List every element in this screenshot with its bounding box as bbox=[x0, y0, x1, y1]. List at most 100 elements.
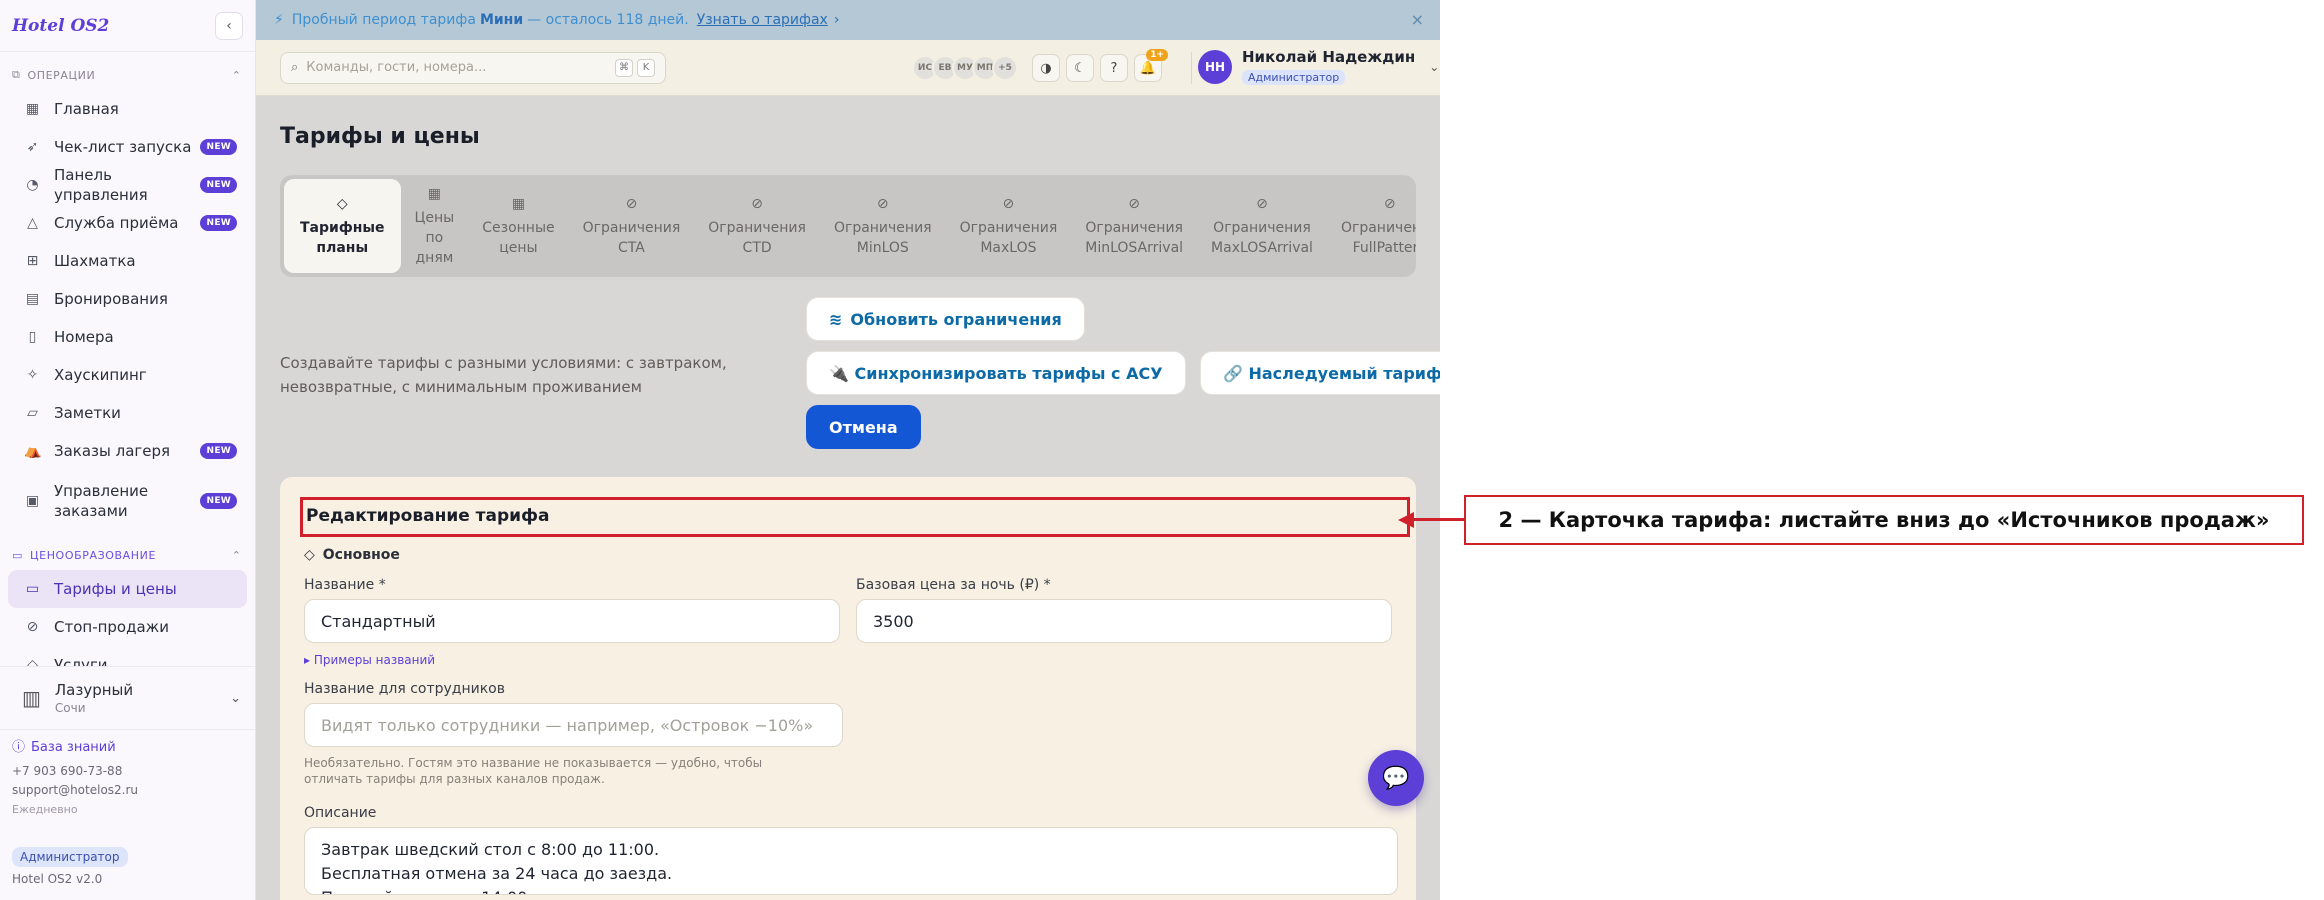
tab-restrictions-minlosarrival[interactable]: ⊘ Ограничения MinLOSArrival bbox=[1071, 179, 1197, 273]
tab-label: Ограничения CTD bbox=[708, 220, 806, 256]
sidebar-item-launch-checklist[interactable]: ➶ Чек-лист запуска NEW bbox=[8, 128, 247, 166]
annotation-highlight bbox=[300, 497, 1410, 537]
button-label: 🔗 Наследуемый тариф bbox=[1223, 363, 1440, 383]
search-box[interactable]: ⌕ ⌘ K bbox=[280, 51, 666, 84]
tab-restrictions-minlos[interactable]: ⊘ Ограничения MinLOS bbox=[820, 179, 946, 273]
tab-restrictions-fullpattern[interactable]: ⊘ Ограничения FullPattern bbox=[1327, 179, 1416, 273]
shortcut-key-cmd: ⌘ bbox=[615, 58, 633, 77]
note-icon: ▱ bbox=[27, 405, 38, 421]
sidebar-item-home[interactable]: ▦ Главная bbox=[8, 90, 247, 128]
hotel-name: Лазурный bbox=[54, 681, 134, 699]
inherited-rate-button[interactable]: 🔗 Наследуемый тариф bbox=[1200, 351, 1440, 395]
sidebar-item-label: Панель управления bbox=[54, 166, 148, 204]
app-logo[interactable]: Hotel OS2 bbox=[12, 16, 109, 36]
ban-icon: ⊘ bbox=[1002, 196, 1015, 212]
description-label: Описание bbox=[304, 805, 377, 821]
main-area: ⚡ Пробный период тарифа Мини — осталось … bbox=[256, 0, 1440, 900]
section-pricing-header[interactable]: ▭ Ценообразование ⌃ bbox=[0, 540, 255, 570]
avatar: НН bbox=[1198, 49, 1232, 84]
tag-icon: ◇ bbox=[336, 196, 348, 212]
sync-rates-button[interactable]: 🔌 Синхронизировать тарифы с АСУ bbox=[806, 351, 1186, 395]
chevron-up-icon: ⌃ bbox=[231, 68, 241, 82]
dark-mode-button[interactable]: ☾ bbox=[1066, 54, 1094, 82]
sidebar-item-rates[interactable]: ▭ Тарифы и цены bbox=[8, 570, 247, 608]
trial-plan: Мини bbox=[479, 12, 524, 28]
rate-name-input[interactable] bbox=[304, 599, 840, 643]
name-field-group: Название * ▸ Примеры названий bbox=[304, 577, 840, 667]
sidebar-item-bookings[interactable]: ▤ Бронирования bbox=[8, 280, 247, 318]
sidebar-item-rooms[interactable]: ▯ Номера bbox=[8, 318, 247, 356]
cancel-button[interactable]: Отмена bbox=[806, 405, 921, 449]
base-price-input[interactable] bbox=[856, 599, 1392, 643]
button-label: 🔌 Синхронизировать тарифы с АСУ bbox=[829, 363, 1163, 383]
sidebar-item-notes[interactable]: ▱ Заметки bbox=[8, 394, 247, 432]
top-bar: ⌕ ⌘ K ИС ЕВ МУ МП +5 ◑ ☾ ? 🔔1+ НН Никола… bbox=[256, 40, 1440, 96]
support-phone[interactable]: +7 903 690-73-88 bbox=[12, 762, 243, 781]
tag-icon: ◇ bbox=[304, 547, 315, 563]
online-users[interactable]: ИС ЕВ МУ МП +5 bbox=[912, 55, 1018, 81]
help-circle-icon: ? bbox=[1110, 60, 1118, 76]
hotel-selector[interactable]: ▥ Лазурный Сочи ⌄ bbox=[0, 666, 255, 730]
tab-restrictions-maxlos[interactable]: ⊘ Ограничения MaxLOS bbox=[946, 179, 1072, 273]
sidebar-item-camp-orders[interactable]: ⛺ Заказы лагеря NEW bbox=[8, 432, 247, 470]
chat-button[interactable]: 💬 bbox=[1368, 750, 1424, 806]
sidebar-item-chessboard[interactable]: ⊞ Шахматка bbox=[8, 242, 247, 280]
tab-restrictions-ctd[interactable]: ⊘ Ограничения CTD bbox=[694, 179, 820, 273]
sidebar-collapse-button[interactable]: ‹ bbox=[215, 11, 243, 40]
support-email[interactable]: support@hotelos2.ru bbox=[12, 781, 243, 800]
trial-remaining: — осталось 118 дней. bbox=[527, 12, 689, 28]
gauge-icon: ◔ bbox=[26, 177, 39, 193]
ban-icon: ⊘ bbox=[751, 196, 763, 212]
page-description: Создавайте тарифы с разными условиями: с… bbox=[280, 354, 727, 396]
tab-label: Тарифные планы bbox=[300, 220, 385, 256]
refresh-restrictions-button[interactable]: ≋ Обновить ограничения bbox=[806, 297, 1085, 341]
sidebar-nav[interactable]: ⧉ Операции ⌃ ▦ Главная ➶ Чек-лист запуска NE… bbox=[0, 52, 255, 666]
price-field-group: Базовая цена за ночь (₽) * bbox=[856, 577, 1392, 667]
section-operations-header[interactable]: ⧉ Операции ⌃ bbox=[0, 60, 255, 90]
help-button[interactable]: ? bbox=[1100, 54, 1128, 82]
tab-rate-plans[interactable]: ◇ Тарифные планы bbox=[284, 179, 401, 273]
sidebar-item-front-desk[interactable]: △ Служба приёма NEW bbox=[8, 204, 247, 242]
tab-label: Ограничения CTA bbox=[582, 220, 681, 256]
tab-daily-prices[interactable]: ▦ Цены по дням bbox=[401, 179, 469, 273]
knowledge-base-label: База знаний bbox=[31, 740, 116, 755]
tab-seasonal-prices[interactable]: ▦ Сезонные цены bbox=[468, 179, 568, 273]
close-icon[interactable]: × bbox=[1411, 10, 1424, 29]
ban-icon: ⊘ bbox=[1256, 196, 1268, 212]
sidebar-item-stop-sales[interactable]: ⊘ Стоп-продажи bbox=[8, 608, 247, 646]
sidebar: Hotel OS2 ‹ ⧉ Операции ⌃ ▦ Главная ➶ Чек-ли… bbox=[0, 0, 256, 900]
staff-name-input[interactable] bbox=[304, 703, 843, 747]
sidebar-item-order-management[interactable]: ▣ Управление заказами NEW bbox=[8, 470, 247, 532]
user-menu[interactable]: НН Николай Надеждин Администратор ⌄ bbox=[1198, 48, 1439, 85]
trial-plans-link[interactable]: Узнать о тарифах bbox=[697, 12, 828, 28]
description-field-group: Описание Завтрак шведский стол с 8:00 до… bbox=[304, 805, 1398, 895]
calendar-icon: ▦ bbox=[511, 196, 526, 212]
shortcut-key-k: K bbox=[637, 58, 655, 77]
orders-icon: ▣ bbox=[25, 493, 40, 509]
sidebar-item-dashboard[interactable]: ◔ Панель управления NEW bbox=[8, 166, 247, 204]
ban-icon: ⊘ bbox=[26, 619, 39, 635]
knowledge-base-link[interactable]: ⓘ База знаний bbox=[12, 738, 243, 757]
layers-icon: ⧉ bbox=[12, 68, 21, 81]
sidebar-item-services[interactable]: ◇ Услуги bbox=[8, 646, 247, 666]
button-label: Отмена bbox=[829, 417, 898, 437]
button-label: Обновить ограничения bbox=[850, 309, 1062, 329]
tab-restrictions-cta[interactable]: ⊘ Ограничения CTA bbox=[569, 179, 695, 273]
door-icon: ▯ bbox=[28, 329, 37, 345]
name-examples-link[interactable]: ▸ Примеры названий bbox=[304, 653, 840, 667]
notifications-button[interactable]: 🔔 1+ bbox=[1134, 49, 1168, 82]
user-name: Николай Надеждин bbox=[1242, 48, 1416, 66]
tab-label: Ограничения MinLOSArrival bbox=[1085, 220, 1184, 256]
description-textarea[interactable]: Завтрак шведский стол с 8:00 до 11:00. Б… bbox=[304, 827, 1398, 895]
role-badge: Администратор bbox=[12, 847, 128, 867]
hotel-city: Сочи bbox=[54, 701, 86, 715]
tab-restrictions-maxlosarrival[interactable]: ⊘ Ограничения MaxLOSArrival bbox=[1197, 179, 1327, 273]
chevron-down-icon: ⌄ bbox=[230, 690, 241, 706]
sidebar-item-label: Служба приёма bbox=[54, 214, 179, 232]
search-input[interactable] bbox=[306, 60, 611, 75]
calendar-icon: ▦ bbox=[427, 186, 442, 202]
sidebar-item-housekeeping[interactable]: ✧ Хаускипинг bbox=[8, 356, 247, 394]
tag-icon: ◇ bbox=[27, 657, 38, 666]
divider bbox=[1191, 52, 1192, 84]
theme-palette-button[interactable]: ◑ bbox=[1032, 54, 1060, 82]
